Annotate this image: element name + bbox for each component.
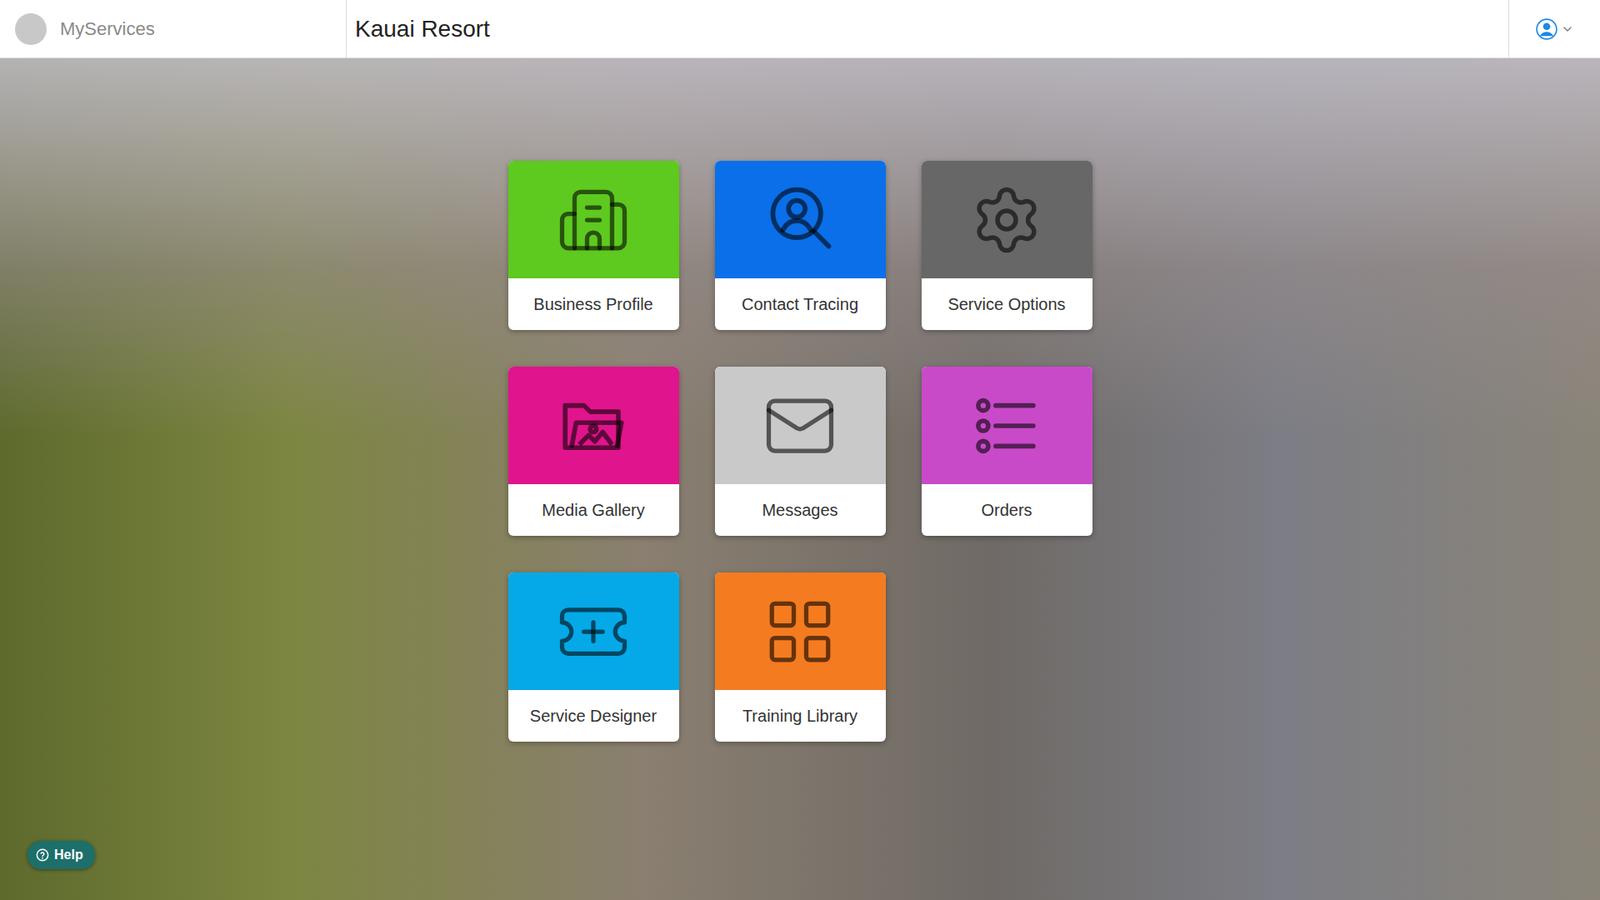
tile-grid: Business Profile Contact Tracing Service O… — [508, 160, 1093, 742]
tile[interactable]: Training Library — [715, 572, 886, 742]
app-name: MyServices — [60, 18, 155, 40]
tile-icon-area — [921, 160, 1093, 279]
brand[interactable]: MyServices — [0, 0, 347, 58]
user-menu[interactable] — [1508, 0, 1600, 58]
folder-image-icon — [555, 388, 631, 464]
tile[interactable]: Service Options — [921, 160, 1093, 330]
tile-label: Orders — [921, 484, 1093, 536]
tile-icon-area — [715, 366, 886, 485]
tile-icon-area — [715, 160, 886, 279]
tile-label: Service Options — [921, 278, 1093, 330]
help-button[interactable]: Help — [27, 840, 95, 870]
header: MyServices Kauai Resort — [0, 0, 1600, 59]
building-icon — [555, 182, 631, 258]
tile-label: Messages — [715, 484, 886, 536]
list-icon — [969, 388, 1045, 464]
question-icon — [35, 848, 50, 862]
grid-icon — [762, 594, 838, 670]
page-title: Kauai Resort — [346, 0, 1509, 58]
tile-label: Contact Tracing — [715, 278, 886, 330]
tile-label: Service Designer — [508, 690, 680, 742]
tile-label: Business Profile — [508, 278, 680, 330]
tile[interactable]: Service Designer — [508, 572, 680, 742]
chevron-down-icon — [1560, 22, 1575, 36]
tile[interactable]: Contact Tracing — [715, 160, 886, 330]
tile-label: Media Gallery — [508, 484, 680, 536]
tile-icon-area — [921, 366, 1093, 485]
tile[interactable]: Messages — [715, 366, 886, 536]
envelope-icon — [762, 388, 838, 464]
tile-icon-area — [508, 160, 680, 279]
ticket-plus-icon — [555, 594, 631, 670]
tile-icon-area — [508, 366, 680, 485]
background-photo: Business Profile Contact Tracing Service O… — [0, 58, 1600, 900]
tile-icon-area — [715, 572, 886, 690]
page: MyServices Kauai Resort Business Profile Co… — [0, 0, 1600, 900]
brand-logo — [15, 13, 47, 45]
gears-icon — [970, 183, 1044, 257]
user-icon — [1535, 18, 1558, 40]
tile-icon-area — [508, 572, 680, 690]
tile[interactable]: Media Gallery — [508, 366, 680, 536]
tile[interactable]: Business Profile — [508, 160, 680, 330]
tile[interactable]: Orders — [921, 366, 1093, 536]
person-search-icon — [761, 181, 839, 259]
tile-label: Training Library — [715, 690, 886, 742]
